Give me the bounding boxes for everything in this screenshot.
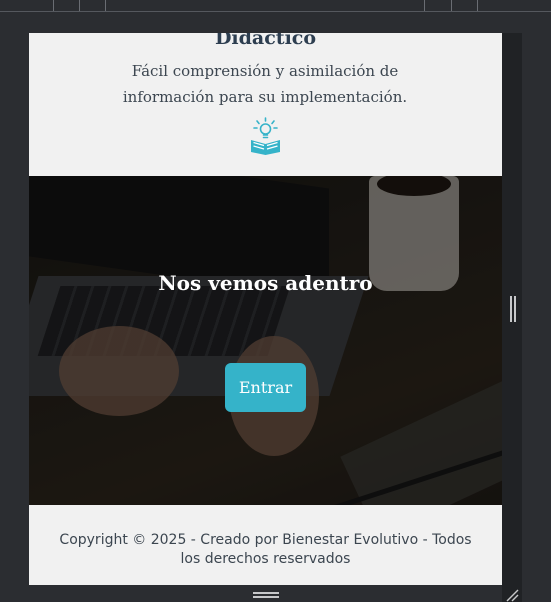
feature-section: Didáctico Fácil comprensión y asimilació… xyxy=(29,33,502,176)
toolbar-divider xyxy=(477,0,478,11)
toolbar-divider xyxy=(105,0,106,11)
toolbar-divider xyxy=(451,0,452,11)
enter-button[interactable]: Entrar xyxy=(225,363,306,412)
toolbar-divider xyxy=(53,0,54,11)
feature-title: Didáctico xyxy=(214,33,317,49)
resize-handle-bottom[interactable] xyxy=(253,592,279,598)
top-toolbar xyxy=(0,0,551,12)
hero-title: Nos vemos adentro xyxy=(158,271,373,295)
page-preview: Didáctico Fácil comprensión y asimilació… xyxy=(29,33,502,585)
toolbar-divider xyxy=(79,0,80,11)
copyright-text: Copyright © 2025 - Creado por Bienestar … xyxy=(59,532,472,567)
book-lightbulb-icon xyxy=(251,117,280,155)
hero-banner: Nos vemos adentro Entrar xyxy=(29,176,502,505)
toolbar-divider xyxy=(424,0,425,11)
resize-corner-icon[interactable] xyxy=(505,588,519,602)
resize-handle-right[interactable] xyxy=(510,296,516,322)
footer: Copyright © 2025 - Creado por Bienestar … xyxy=(29,505,502,585)
feature-description: Fácil comprensión y asimilación de infor… xyxy=(122,62,408,106)
hero-overlay xyxy=(29,176,502,505)
